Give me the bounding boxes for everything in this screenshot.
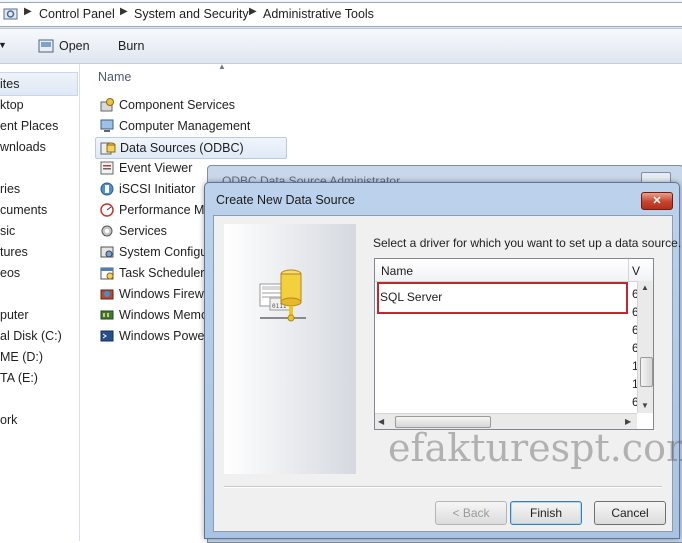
services-icon: [101, 225, 113, 237]
dialog-title: Create New Data Source: [216, 193, 355, 207]
nav-item-local-disk-c[interactable]: al Disk (C:): [0, 329, 62, 343]
computer-management-icon: [100, 119, 114, 132]
back-button[interactable]: < Back: [435, 501, 507, 525]
performance-monitor-icon: [100, 203, 114, 217]
windows-firewall-icon: [100, 289, 114, 300]
navigation-pane: ites ktop ent Places wnloads ries cument…: [0, 64, 80, 541]
column-divider[interactable]: [628, 259, 629, 281]
driver-list-header: Name V: [375, 259, 653, 282]
column-header-name[interactable]: Name: [98, 70, 131, 84]
open-button[interactable]: Open: [59, 39, 90, 53]
chevron-right-icon[interactable]: ▶: [24, 6, 32, 17]
close-icon[interactable]: ✕: [641, 192, 673, 210]
nav-item-music[interactable]: sic: [0, 224, 15, 238]
breadcrumb-system-security[interactable]: System and Security: [134, 7, 249, 21]
control-panel-icon: [3, 8, 18, 20]
address-bar: ▶ Control Panel ▶ System and Security ▶ …: [0, 0, 682, 29]
file-item-computer-management[interactable]: Computer Management: [95, 116, 285, 136]
sort-arrow-icon: ▲: [218, 62, 226, 71]
open-icon: [38, 39, 54, 53]
vertical-scrollbar[interactable]: ▲ ▼: [637, 281, 653, 413]
nav-item-downloads[interactable]: wnloads: [0, 140, 46, 154]
system-configuration-icon: [100, 246, 114, 258]
watermark: efakturespt.com: [388, 426, 682, 470]
nav-item-network[interactable]: ork: [0, 413, 17, 427]
file-item-component-services[interactable]: Component Services: [95, 95, 285, 115]
scroll-left-icon[interactable]: ◀: [378, 417, 384, 426]
driver-prompt: Select a driver for which you want to se…: [373, 236, 682, 250]
create-data-source-dialog: Create New Data Source ✕ 0111 Select a d…: [204, 182, 682, 539]
organize-dropdown-icon[interactable]: ▼: [0, 40, 7, 50]
sql-server-highlight: [377, 282, 628, 314]
chevron-right-icon[interactable]: ▶: [120, 6, 128, 17]
wizard-graphic: 0111: [224, 224, 356, 474]
nav-item-documents[interactable]: cuments: [0, 203, 47, 217]
column-header-version[interactable]: V: [632, 264, 640, 278]
odbc-icon: [100, 142, 116, 155]
nav-item-computer[interactable]: puter: [0, 308, 29, 322]
finish-button[interactable]: Finish: [510, 501, 582, 525]
breadcrumb-control-panel[interactable]: Control Panel: [39, 7, 115, 21]
memory-diagnostic-icon: [100, 310, 114, 320]
iscsi-icon: [100, 182, 114, 196]
task-scheduler-icon: [100, 267, 114, 280]
component-services-icon: [100, 98, 114, 112]
cancel-button[interactable]: Cancel: [594, 501, 666, 525]
event-viewer-icon: [100, 161, 114, 175]
nav-item-pictures[interactable]: tures: [0, 245, 28, 259]
burn-button[interactable]: Burn: [118, 39, 144, 53]
address-box[interactable]: ▶ Control Panel ▶ System and Security ▶ …: [0, 2, 682, 27]
breadcrumb-administrative-tools[interactable]: Administrative Tools: [263, 7, 374, 21]
database-network-icon: 0111: [259, 269, 306, 322]
powershell-icon: [100, 330, 114, 342]
scroll-up-icon[interactable]: ▲: [641, 283, 649, 292]
nav-item-drive-e[interactable]: TA (E:): [0, 371, 38, 385]
nav-item-recent-places[interactable]: ent Places: [0, 119, 58, 133]
nav-item-libraries[interactable]: ries: [0, 182, 20, 196]
column-header-name[interactable]: Name: [381, 264, 413, 278]
chevron-right-icon[interactable]: ▶: [249, 6, 257, 17]
dialog-separator: [224, 486, 662, 488]
nav-item-desktop[interactable]: ktop: [0, 98, 24, 112]
file-item-data-sources-odbc[interactable]: Data Sources (ODBC): [95, 137, 287, 159]
scroll-right-icon[interactable]: ▶: [625, 417, 631, 426]
command-bar: ▼ Open Burn: [0, 29, 682, 64]
nav-item-favorites[interactable]: ites: [0, 77, 19, 91]
nav-item-drive-d[interactable]: ME (D:): [0, 350, 43, 364]
scroll-down-icon[interactable]: ▼: [641, 401, 649, 410]
dialog-client-area: 0111 Select a driver for which you want …: [213, 215, 682, 532]
vertical-scroll-thumb[interactable]: [640, 357, 653, 387]
nav-item-videos[interactable]: eos: [0, 266, 20, 280]
